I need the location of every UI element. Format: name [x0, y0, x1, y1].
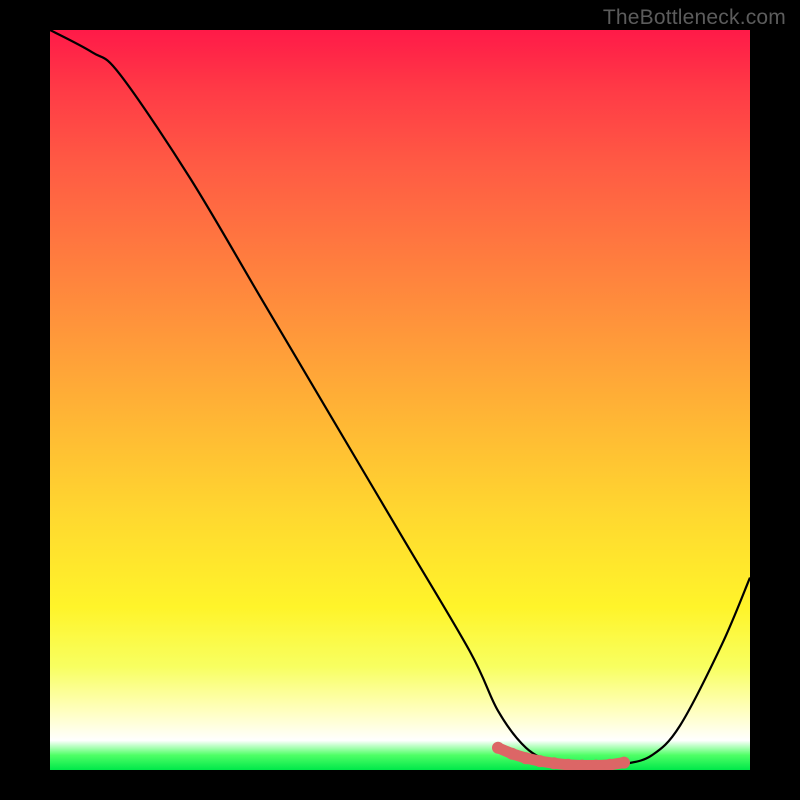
highlight-marker [492, 742, 504, 754]
highlight-marker [534, 755, 546, 767]
plot-area [50, 30, 750, 770]
watermark-text: TheBottleneck.com [603, 6, 786, 30]
highlight-marker [520, 752, 532, 764]
highlight-marker [548, 757, 560, 769]
highlight-marker [618, 757, 630, 769]
highlight-marker [506, 748, 518, 760]
highlight-markers [50, 30, 750, 770]
